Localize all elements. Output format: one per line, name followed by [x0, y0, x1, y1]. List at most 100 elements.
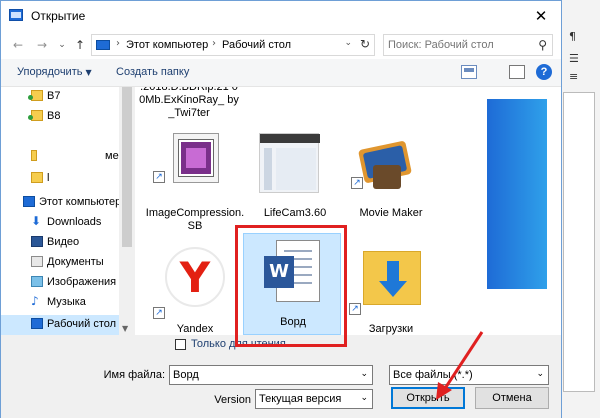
organize-menu[interactable]: Упорядочить ▼ — [17, 66, 92, 78]
chevron-down-icon[interactable]: ⌄ — [360, 369, 368, 379]
highlight-box — [235, 225, 347, 347]
filename-value: Ворд — [173, 369, 199, 381]
folder-icon — [31, 90, 43, 101]
recent-locations-button[interactable]: ⌄ — [53, 36, 71, 54]
chevron-down-icon: ▼ — [85, 68, 92, 77]
download-icon: ⬇ — [31, 214, 42, 228]
sidebar-item-folder[interactable]: ме — [1, 147, 119, 165]
file-label: ImageCompression.SB — [145, 207, 245, 232]
filename-input[interactable]: Ворд ⌄ — [169, 365, 373, 385]
search-input[interactable] — [388, 37, 528, 53]
sidebar-item-documents[interactable]: Документы — [1, 253, 119, 271]
scrollbar-thumb[interactable] — [122, 87, 132, 247]
sidebar-item-this-pc[interactable]: Этот компьютер — [1, 193, 122, 211]
refresh-icon[interactable]: ↻ — [360, 37, 370, 51]
close-button[interactable]: ✕ — [521, 1, 561, 31]
command-toolbar: Упорядочить ▼ Создать папку ? — [1, 59, 561, 87]
breadcrumb-this-pc[interactable]: Этот компьютер — [126, 39, 208, 51]
change-view-icon[interactable] — [461, 65, 477, 79]
sidebar-item-downloads[interactable]: ⬇ Downloads — [1, 213, 119, 231]
sidebar-item-desktop[interactable]: Рабочий стол — [1, 315, 119, 335]
sidebar-item-l[interactable]: l — [1, 169, 119, 187]
preview-pane — [451, 87, 561, 335]
sidebar-item-label: Документы — [47, 256, 104, 268]
file-item[interactable]: ↗ Загрузки — [341, 237, 441, 335]
organize-label: Упорядочить — [17, 66, 83, 78]
sidebar-item-label: Downloads — [47, 216, 102, 228]
version-label: Version — [214, 394, 251, 406]
title-bar: Открытие ✕ — [1, 1, 561, 31]
sidebar-item-label: B8 — [47, 110, 61, 122]
lifecam-icon — [259, 133, 320, 193]
shortcut-arrow-icon: ↗ — [351, 177, 363, 189]
folder-icon — [31, 150, 37, 161]
sidebar-item-label: B7 — [47, 90, 61, 102]
dialog-title: Открытие — [31, 9, 86, 23]
image-compression-icon — [173, 133, 219, 183]
window-icon — [9, 9, 23, 21]
shortcut-arrow-icon: ↗ — [153, 307, 165, 319]
desktop-icon — [31, 318, 43, 329]
breadcrumb-desktop[interactable]: Рабочий стол — [222, 39, 291, 51]
breadcrumb-separator: › — [212, 38, 216, 49]
yandex-letter: Y — [179, 253, 211, 302]
computer-icon — [23, 196, 35, 207]
version-value: Текущая версия — [259, 393, 342, 405]
sidebar-item-label: ме — [105, 150, 119, 162]
folder-icon — [31, 172, 43, 183]
documents-icon — [31, 256, 43, 267]
sidebar-item-label: l — [47, 172, 50, 184]
scroll-down-icon[interactable]: ▼ — [122, 324, 128, 333]
navigation-bar: ← → ⌄ ↑ › Этот компьютер › Рабочий стол … — [1, 31, 561, 59]
file-item[interactable]: ↗ Movie Maker — [341, 129, 441, 235]
sidebar-item-b8[interactable]: B8 — [1, 107, 119, 125]
sidebar-item-music[interactable]: ♪ Музыка — [1, 293, 119, 311]
file-item[interactable]: ↗ ImageCompression.SB — [145, 129, 245, 235]
readonly-checkbox[interactable] — [175, 339, 186, 350]
navigation-pane: B7 B8 ме l Этот компьютер ⬇ Downloads Ви… — [1, 87, 135, 335]
sidebar-item-b7[interactable]: B7 — [1, 87, 119, 105]
sidebar-item-label: Музыка — [47, 296, 86, 308]
breadcrumb-separator: › — [116, 38, 120, 49]
forward-button[interactable]: → — [33, 36, 51, 54]
search-icon[interactable]: ⚲ — [538, 38, 547, 52]
folder-icon — [31, 110, 43, 121]
version-select[interactable]: Текущая версия ⌄ — [255, 389, 373, 409]
address-dropdown-icon[interactable]: ⌄ — [344, 38, 352, 48]
back-button[interactable]: ← — [9, 36, 27, 54]
music-icon: ♪ — [31, 294, 39, 308]
align-icon[interactable]: ☰ — [569, 52, 583, 65]
sidebar-item-label: Изображения — [47, 276, 117, 288]
search-box: ⚲ — [383, 34, 553, 56]
shortcut-arrow-icon: ↗ — [349, 303, 361, 315]
file-label: .2018.D.BDRip.21 00Mb.ExKinoRay_ by_Twi7… — [139, 87, 239, 119]
up-button[interactable]: ↑ — [71, 36, 89, 54]
file-item[interactable]: LifeCam3.60 — [245, 129, 345, 235]
list-icon[interactable]: ≡ — [569, 70, 583, 83]
file-label: Yandex — [176, 323, 214, 335]
sidebar-item-label: Рабочий стол — [47, 318, 117, 330]
address-bar[interactable]: › Этот компьютер › Рабочий стол ⌄ ↻ — [91, 34, 375, 56]
new-folder-button[interactable]: Создать папку — [116, 66, 189, 78]
file-label: Movie Maker — [359, 207, 423, 219]
sidebar-item-video[interactable]: Видео — [1, 233, 119, 251]
file-label: LifeCam3.60 — [263, 207, 327, 219]
filename-label: Имя файла: — [103, 369, 165, 381]
chevron-down-icon[interactable]: ⌄ — [360, 393, 368, 403]
pin-icon — [28, 95, 33, 100]
chevron-down-icon[interactable]: ⌄ — [536, 369, 544, 379]
help-icon[interactable]: ? — [536, 64, 552, 80]
shortcut-arrow-icon: ↗ — [153, 171, 165, 183]
paragraph-icon[interactable]: ¶ — [569, 30, 583, 43]
downloads-folder-icon — [359, 243, 423, 309]
yandex-icon: Y — [165, 247, 225, 307]
file-item[interactable]: Y ↗ Yandex — [145, 237, 245, 335]
sidebar-item-label: Этот компьютер — [39, 196, 122, 208]
pictures-icon — [31, 276, 43, 287]
sidebar-item-pictures[interactable]: Изображения — [1, 273, 119, 291]
preview-pane-icon[interactable] — [509, 65, 525, 79]
navigation-scrollbar[interactable]: ▼ — [119, 87, 135, 335]
background-document — [563, 92, 595, 392]
computer-icon — [96, 40, 110, 50]
movie-maker-icon — [355, 135, 415, 193]
